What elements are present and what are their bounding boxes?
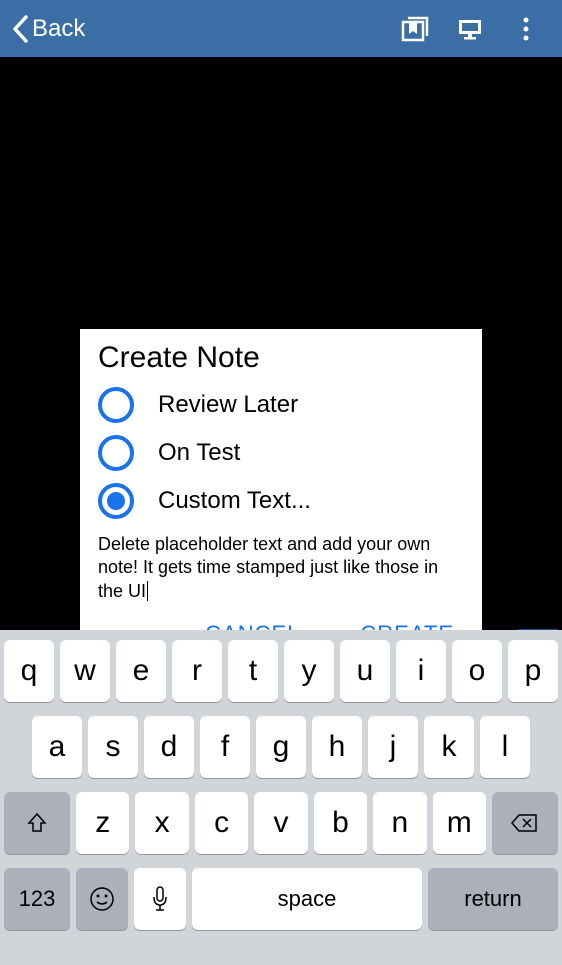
- key-d[interactable]: d: [144, 716, 194, 778]
- key-j[interactable]: j: [368, 716, 418, 778]
- note-type-radio-group: Review Later On Test Custom Text...: [98, 381, 464, 525]
- dialog-title: Create Note: [98, 341, 464, 375]
- create-note-dialog: Create Note Review Later On Test Custom …: [80, 329, 482, 661]
- key-shift[interactable]: [4, 792, 70, 854]
- key-n[interactable]: n: [373, 792, 426, 854]
- chevron-left-icon: [12, 15, 28, 43]
- key-return[interactable]: return: [428, 868, 558, 930]
- keyboard: q w e r t y u i o p a s d f g h j k l z …: [0, 630, 562, 965]
- radio-icon: [98, 387, 134, 423]
- key-p[interactable]: p: [508, 640, 558, 702]
- key-b[interactable]: b: [314, 792, 367, 854]
- back-button[interactable]: Back: [12, 15, 85, 43]
- presentation-icon[interactable]: [446, 5, 494, 53]
- key-r[interactable]: r: [172, 640, 222, 702]
- radio-on-test[interactable]: On Test: [98, 429, 464, 477]
- keyboard-row-4: 123 space return: [4, 868, 558, 930]
- radio-label: Custom Text...: [158, 487, 311, 515]
- key-e[interactable]: e: [116, 640, 166, 702]
- key-x[interactable]: x: [135, 792, 188, 854]
- key-numbers[interactable]: 123: [4, 868, 70, 930]
- key-mic[interactable]: [134, 868, 186, 930]
- radio-review-later[interactable]: Review Later: [98, 381, 464, 429]
- key-s[interactable]: s: [88, 716, 138, 778]
- key-u[interactable]: u: [340, 640, 390, 702]
- app-header: Back: [0, 0, 562, 57]
- key-emoji[interactable]: [76, 868, 128, 930]
- key-t[interactable]: t: [228, 640, 278, 702]
- key-q[interactable]: q: [4, 640, 54, 702]
- key-o[interactable]: o: [452, 640, 502, 702]
- key-f[interactable]: f: [200, 716, 250, 778]
- key-z[interactable]: z: [76, 792, 129, 854]
- key-v[interactable]: v: [254, 792, 307, 854]
- key-c[interactable]: c: [195, 792, 248, 854]
- radio-icon: [98, 435, 134, 471]
- key-y[interactable]: y: [284, 640, 334, 702]
- key-backspace[interactable]: [492, 792, 558, 854]
- more-menu-icon[interactable]: [502, 5, 550, 53]
- key-space[interactable]: space: [192, 868, 422, 930]
- keyboard-row-1: q w e r t y u i o p: [4, 640, 558, 702]
- key-h[interactable]: h: [312, 716, 362, 778]
- radio-custom-text[interactable]: Custom Text...: [98, 477, 464, 525]
- keyboard-row-3: z x c v b n m: [4, 792, 558, 854]
- note-text-input[interactable]: Delete placeholder text and add your own…: [98, 533, 464, 603]
- keyboard-row-2: a s d f g h j k l: [4, 716, 558, 778]
- key-g[interactable]: g: [256, 716, 306, 778]
- key-m[interactable]: m: [433, 792, 486, 854]
- key-a[interactable]: a: [32, 716, 82, 778]
- bookmark-collection-icon[interactable]: [390, 5, 438, 53]
- text-cursor: [147, 581, 148, 601]
- back-label: Back: [32, 15, 85, 43]
- radio-label: On Test: [158, 439, 240, 467]
- radio-label: Review Later: [158, 391, 298, 419]
- key-l[interactable]: l: [480, 716, 530, 778]
- key-k[interactable]: k: [424, 716, 474, 778]
- key-i[interactable]: i: [396, 640, 446, 702]
- key-w[interactable]: w: [60, 640, 110, 702]
- radio-icon-selected: [98, 483, 134, 519]
